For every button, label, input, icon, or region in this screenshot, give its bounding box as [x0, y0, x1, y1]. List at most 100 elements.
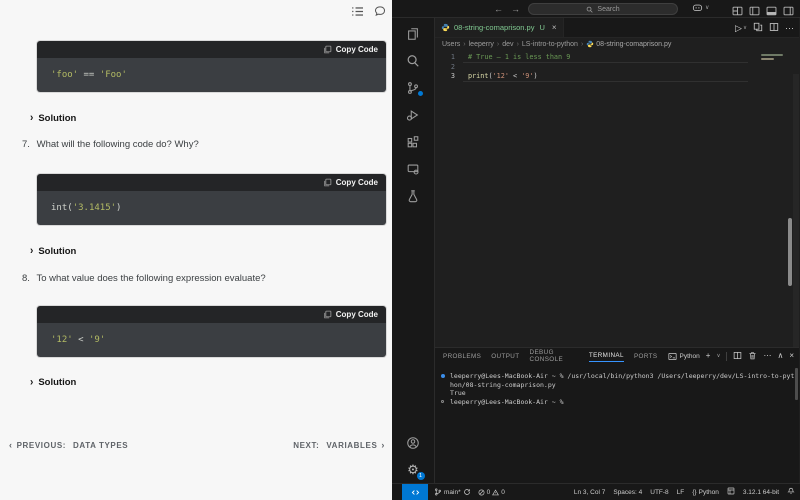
copy-code-button[interactable]: Copy Code [323, 45, 378, 54]
tab-problems[interactable]: PROBLEMS [443, 351, 481, 362]
run-python-file-button[interactable]: ▷ ∨ [735, 23, 747, 34]
warnings-icon [492, 489, 499, 496]
toc-icon[interactable] [351, 6, 364, 17]
indentation[interactable]: Spaces: 4 [613, 489, 642, 496]
search-icon [586, 6, 593, 13]
more-actions-icon[interactable]: ⋯ [763, 352, 771, 360]
code-block-header: Copy Code [37, 174, 386, 191]
maximize-panel-icon[interactable]: ∧ [777, 352, 783, 360]
eol-sequence[interactable]: LF [677, 489, 685, 496]
breadcrumb-item[interactable]: LS-intro-to-python [522, 41, 578, 48]
tab-debug-console[interactable]: DEBUG CONSOLE [530, 347, 579, 365]
open-changes-icon[interactable] [753, 19, 763, 37]
split-terminal-icon[interactable] [733, 347, 742, 365]
breadcrumb-item[interactable]: Users [442, 41, 460, 48]
current-line-border-top [463, 62, 748, 63]
editor-scrollbar[interactable] [793, 74, 799, 347]
code-editor[interactable]: 1 # True – 1 is less than 9 2 3 print('1… [435, 50, 799, 347]
chevron-right-icon: › [381, 440, 385, 450]
remote-indicator[interactable] [402, 484, 428, 500]
git-branch-icon [434, 488, 442, 496]
split-editor-icon[interactable] [769, 19, 779, 37]
chevron-down-icon: ∨ [743, 25, 747, 31]
docs-pane: Copy Code 'foo' == 'Foo' › Solution 7. W… [0, 0, 392, 500]
sync-icon [463, 488, 471, 496]
minimap-line [761, 58, 774, 60]
terminal-shell-selector[interactable]: Python [668, 352, 700, 361]
copy-code-label: Copy Code [336, 310, 378, 319]
code-string: '12' [493, 72, 509, 80]
remote-explorer-icon[interactable] [406, 161, 421, 176]
more-actions-icon[interactable]: ⋯ [785, 23, 794, 34]
copy-icon [323, 45, 332, 54]
chevron-down-icon[interactable]: ∨ [716, 353, 720, 359]
run-debug-icon[interactable] [406, 107, 421, 122]
extensions-icon[interactable] [406, 134, 421, 149]
solution-label: Solution [38, 377, 76, 388]
next-page-link[interactable]: NEXT: VARIABLES › [293, 440, 385, 450]
tab-terminal[interactable]: TERMINAL [589, 350, 624, 362]
python-interpreter[interactable]: 3.12.1 64-bit [743, 489, 779, 496]
kill-terminal-icon[interactable] [748, 347, 757, 365]
chevron-right-icon: › [463, 41, 465, 48]
code-string: '3.1415' [73, 203, 116, 213]
account-icon[interactable] [406, 435, 421, 450]
problems-status[interactable]: 0 0 [478, 489, 505, 496]
docs-scrollbar-thumb[interactable] [788, 218, 792, 286]
new-terminal-icon[interactable]: + [706, 352, 711, 360]
python-file-icon [441, 23, 450, 32]
chevron-down-icon: ∨ [705, 4, 709, 11]
python-file-icon [586, 40, 594, 48]
line-number-active: 3 [435, 72, 455, 80]
git-branch-status[interactable]: main* [434, 488, 471, 496]
next-target: VARIABLES [326, 441, 377, 450]
tab-output[interactable]: OUTPUT [491, 351, 519, 362]
close-panel-icon[interactable]: × [789, 352, 794, 360]
settings-gear-icon[interactable]: ⚙ 1 [406, 462, 421, 477]
breadcrumb-filename: 08-string-comaprison.py [596, 41, 671, 48]
comments-icon[interactable] [374, 5, 386, 17]
current-line-border-bottom [463, 81, 748, 82]
tab-08-string-comaprison[interactable]: 08-string-comaprison.py U × [435, 18, 564, 37]
cursor-position[interactable]: Ln 3, Col 7 [574, 489, 605, 496]
search-sidebar-icon[interactable] [406, 53, 421, 68]
activity-bar: ⚙ 1 [392, 18, 435, 483]
tab-ports[interactable]: PORTS [634, 351, 658, 362]
explorer-icon[interactable] [406, 26, 421, 41]
line-number: 2 [435, 63, 455, 71]
navigate-forward-icon[interactable]: → [511, 4, 520, 14]
prev-label: PREVIOUS: [17, 441, 66, 450]
command-search-box[interactable]: Search [528, 3, 678, 15]
terminal[interactable]: leeperry@Lees-MacBook-Air ~ % /usr/local… [435, 364, 799, 483]
navigate-back-icon[interactable]: ← [494, 4, 503, 14]
testing-icon[interactable] [406, 188, 421, 203]
copy-icon [323, 310, 332, 319]
code-string: 'Foo' [100, 70, 127, 80]
breadcrumb-item[interactable]: leeperry [469, 41, 494, 48]
chevron-left-icon: ‹ [9, 440, 13, 450]
solution-toggle-3[interactable]: › Solution [30, 377, 76, 388]
copilot-menu[interactable]: ∨ [692, 2, 709, 13]
encoding[interactable]: UTF-8 [650, 489, 668, 496]
solution-toggle-2[interactable]: › Solution [30, 246, 76, 257]
terminal-scrollbar[interactable] [795, 368, 798, 400]
notifications-bell-icon[interactable] [787, 487, 795, 497]
language-mode[interactable]: {} Python [692, 489, 719, 496]
question-text: What will the following code do? Why? [37, 139, 199, 150]
copy-code-button[interactable]: Copy Code [323, 178, 378, 187]
code-block-body: 'foo' == 'Foo' [37, 58, 386, 92]
extension-status-icon[interactable] [727, 487, 735, 497]
solution-toggle-1[interactable]: › Solution [30, 113, 76, 124]
minimap-line [761, 54, 783, 56]
copy-code-button[interactable]: Copy Code [323, 310, 378, 319]
source-control-icon[interactable] [406, 80, 421, 95]
code-block-compare: Copy Code '12' < '9' [37, 306, 386, 357]
tab-close-icon[interactable]: × [552, 23, 557, 32]
minimap[interactable] [761, 54, 791, 94]
breadcrumb-item[interactable]: dev [502, 41, 513, 48]
prev-page-link[interactable]: ‹ PREVIOUS: DATA TYPES [9, 440, 128, 450]
breadcrumb-file[interactable]: 08-string-comaprison.py [586, 40, 671, 48]
code-string: '12' [51, 335, 73, 345]
divider [726, 352, 727, 361]
remote-icon [411, 488, 420, 497]
